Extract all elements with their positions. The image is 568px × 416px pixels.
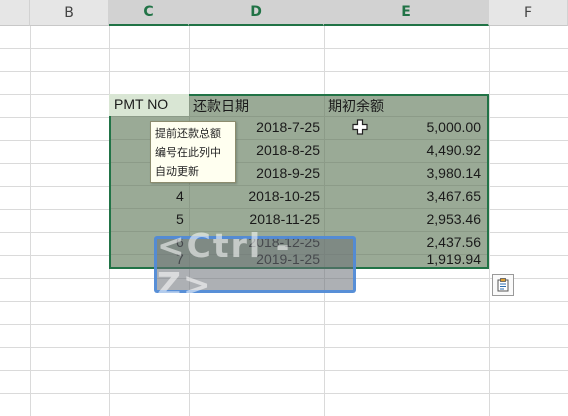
column-header-f[interactable]: F: [489, 0, 568, 26]
tooltip-line-3: 自动更新: [155, 165, 199, 178]
table-row-4-date[interactable]: 2018-10-25: [189, 188, 320, 204]
table-row-3-balance[interactable]: 3,980.14: [324, 165, 482, 181]
tooltip-line-2: 编号在此列中: [155, 146, 221, 159]
table-row-4-balance[interactable]: 3,467.65: [324, 188, 482, 204]
shortcut-text: <Ctrl - Z>: [157, 225, 292, 304]
table-row-4-no[interactable]: 4: [176, 188, 184, 204]
grid-row-line: [0, 48, 568, 49]
grid-row-line: [0, 324, 568, 325]
tooltip-line-1: 提前还款总额: [155, 127, 221, 140]
column-header-c[interactable]: C: [109, 0, 189, 26]
table-row-1-balance[interactable]: 5,000.00: [324, 119, 482, 135]
plus-cursor-icon: [352, 119, 368, 135]
header-pmt-no[interactable]: PMT NO: [114, 96, 168, 112]
clipboard-icon: [497, 278, 509, 292]
header-opening-balance[interactable]: 期初余额: [328, 96, 384, 116]
column-header-blank[interactable]: [0, 0, 30, 26]
quick-analysis-button[interactable]: [492, 274, 514, 296]
grid-column-line: [30, 26, 31, 416]
column-header-e[interactable]: E: [324, 0, 489, 26]
shortcut-overlay: <Ctrl - Z>: [154, 226, 356, 304]
column-header-d[interactable]: D: [189, 0, 324, 26]
comment-tooltip: 提前还款总额 编号在此列中 自动更新: [150, 121, 236, 183]
grid-row-line: [0, 347, 568, 348]
table-row-2-balance[interactable]: 4,490.92: [324, 142, 482, 158]
grid-row-line: [0, 370, 568, 371]
header-repay-date[interactable]: 还款日期: [193, 96, 249, 116]
grid-row-line: [0, 393, 568, 394]
grid-row-line: [0, 71, 568, 72]
grid-column-line: [489, 26, 490, 416]
column-header-b[interactable]: B: [30, 0, 109, 26]
